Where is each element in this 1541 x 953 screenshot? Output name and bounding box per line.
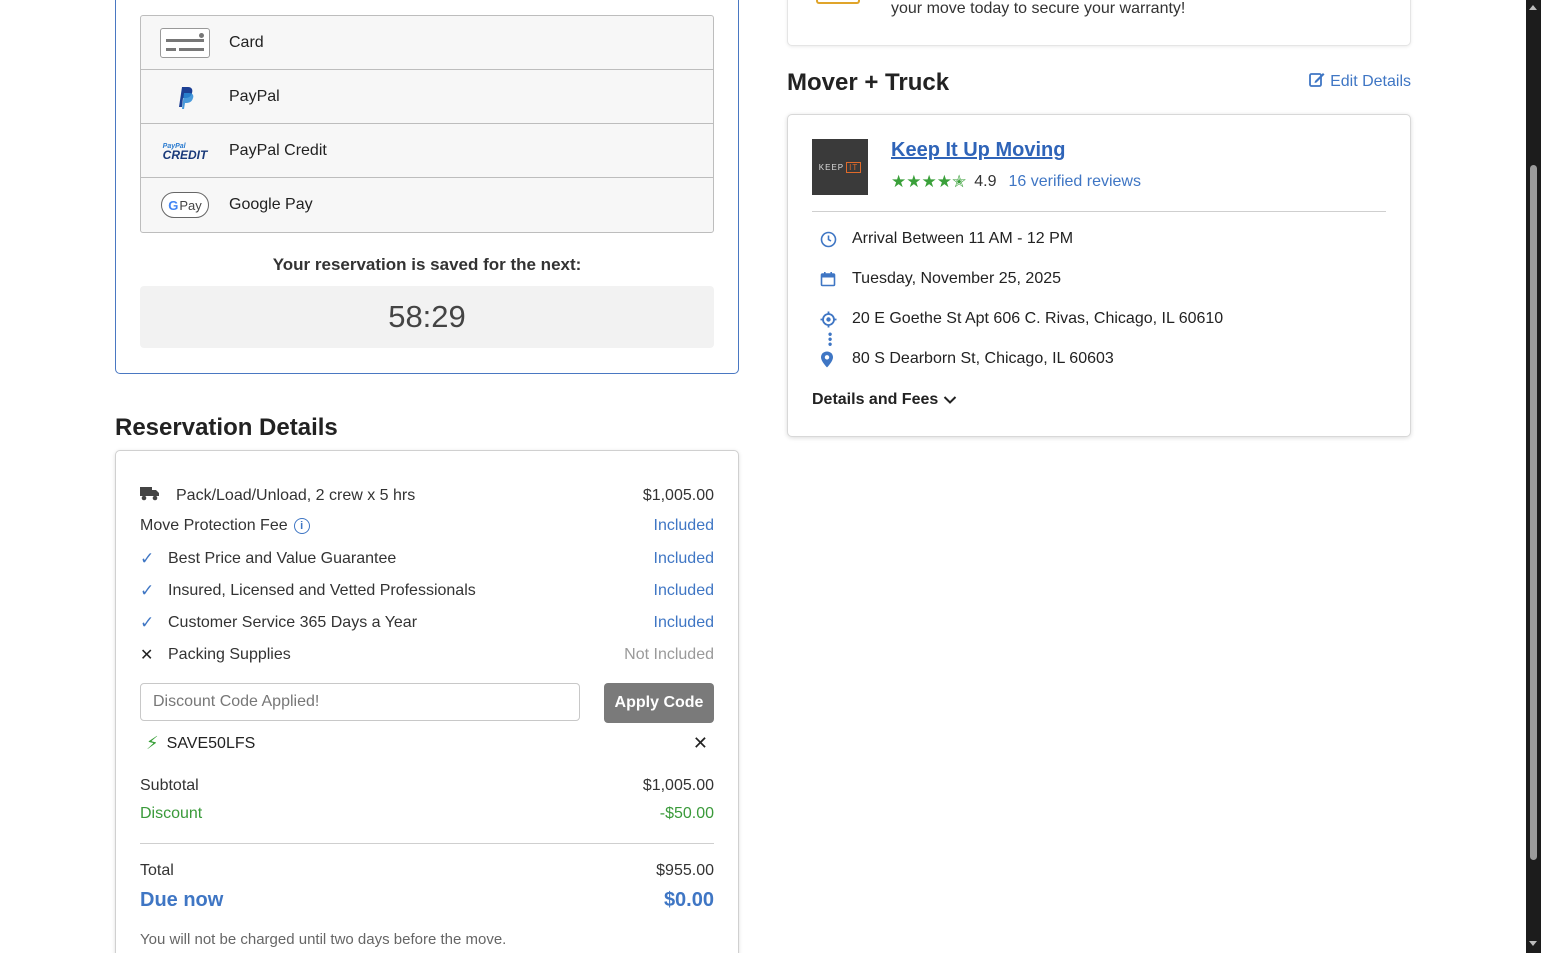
origin-address: 20 E Goethe St Apt 606 C. Rivas, Chicago… xyxy=(852,310,1224,327)
paypal-credit-icon: PayPal CREDIT xyxy=(162,142,208,162)
check-icon: ✓ xyxy=(140,613,155,632)
vertical-scrollbar[interactable] xyxy=(1526,0,1541,953)
mover-card: KEEP IT Keep It Up Moving ★★★★✭ 4.9 16 ve… xyxy=(787,114,1411,437)
date-row: Tuesday, November 25, 2025 xyxy=(820,270,1061,288)
arrival-text: Arrival Between 11 AM - 12 PM xyxy=(852,230,1074,247)
discount-code-input[interactable] xyxy=(140,683,580,721)
line-item-value: $1,005.00 xyxy=(642,486,714,504)
lightning-bolt-icon: ⚡ xyxy=(146,733,159,753)
payment-method-label: PayPal Credit xyxy=(229,141,327,159)
remove-code-icon[interactable]: ✕ xyxy=(693,733,708,754)
warranty-icon xyxy=(816,0,860,4)
payment-method-label: Google Pay xyxy=(229,196,313,213)
line-item-value: Included xyxy=(653,550,715,567)
charge-note: You will not be charged until two days b… xyxy=(140,931,507,948)
total-label: Total xyxy=(140,862,174,879)
info-icon[interactable]: i xyxy=(293,518,310,534)
google-pay-icon: G Pay xyxy=(161,192,209,218)
divider xyxy=(812,211,1386,212)
subtotal-value: $1,005.00 xyxy=(642,777,714,794)
mover-name-link[interactable]: Keep It Up Moving xyxy=(891,139,1065,162)
line-item-protection-fee: Move Protection Fee i Included xyxy=(140,517,714,535)
check-icon: ✓ xyxy=(140,581,155,600)
destination-address: 80 S Dearborn St, Chicago, IL 60603 xyxy=(852,350,1114,367)
discount-row: Discount -$50.00 xyxy=(140,805,714,823)
warranty-text: your move today to secure your warranty! xyxy=(891,0,1186,17)
edit-icon xyxy=(1309,71,1325,92)
total-row: Total $955.00 xyxy=(140,862,714,880)
payment-method-card[interactable]: Card xyxy=(141,16,713,70)
discount-label: Discount xyxy=(140,805,203,822)
paypal-icon xyxy=(179,86,194,109)
applied-code: SAVE50LFS xyxy=(166,734,256,752)
details-and-fees-toggle[interactable]: Details and Fees xyxy=(812,391,957,409)
countdown-timer: 58:29 xyxy=(140,286,714,348)
discount-value: -$50.00 xyxy=(659,805,714,822)
edit-details-label: Edit Details xyxy=(1330,72,1411,90)
warranty-card: your move today to secure your warranty! xyxy=(787,0,1411,46)
total-value: $955.00 xyxy=(656,862,714,879)
line-item-value: Included xyxy=(653,582,715,599)
line-item-label: Insured, Licensed and Vetted Professiona… xyxy=(168,582,476,599)
clock-icon xyxy=(820,231,852,248)
edit-details-link[interactable]: Edit Details xyxy=(1309,71,1411,92)
line-item-label: Best Price and Value Guarantee xyxy=(168,550,397,567)
subtotal-label: Subtotal xyxy=(140,777,199,794)
crosshair-icon xyxy=(820,311,852,328)
payment-methods-card: Card PayPal PayPal CREDIT PayPal Credit xyxy=(115,0,739,374)
origin-row: 20 E Goethe St Apt 606 C. Rivas, Chicago… xyxy=(820,310,1223,328)
x-mark-icon: ✕ xyxy=(140,647,154,664)
payment-method-list: Card PayPal PayPal CREDIT PayPal Credit xyxy=(140,15,714,233)
line-item-value: Included xyxy=(653,614,715,631)
line-item-insured: ✓ Insured, Licensed and Vetted Professio… xyxy=(140,581,714,601)
apply-code-button[interactable]: Apply Code xyxy=(604,683,714,723)
rating-value: 4.9 xyxy=(974,173,997,190)
truck-icon xyxy=(140,485,176,506)
map-pin-icon xyxy=(820,351,852,368)
due-now-value: $0.00 xyxy=(663,889,714,911)
route-dots: • • • xyxy=(828,327,833,351)
payment-method-label: PayPal xyxy=(229,87,280,105)
applied-code-row: ⚡ SAVE50LFS ✕ xyxy=(146,733,708,754)
line-item-guarantee: ✓ Best Price and Value Guarantee Include… xyxy=(140,549,714,569)
reservation-details-heading: Reservation Details xyxy=(115,414,338,441)
mover-logo: KEEP IT xyxy=(812,139,868,195)
line-item-packing-supplies: ✕ Packing Supplies Not Included xyxy=(140,645,714,665)
scrollbar-thumb[interactable] xyxy=(1530,165,1537,860)
line-item-value: Included xyxy=(653,517,715,534)
reservation-saved-label: Your reservation is saved for the next: xyxy=(272,255,582,274)
payment-method-google-pay[interactable]: G Pay Google Pay xyxy=(141,178,713,232)
details-and-fees-label: Details and Fees xyxy=(812,391,939,408)
payment-method-paypal-credit[interactable]: PayPal CREDIT PayPal Credit xyxy=(141,124,713,178)
payment-method-paypal[interactable]: PayPal xyxy=(141,70,713,124)
line-item-label: Packing Supplies xyxy=(168,646,291,663)
mover-truck-heading: Mover + Truck xyxy=(787,69,950,96)
reservation-details-card: Pack/Load/Unload, 2 crew x 5 hrs $1,005.… xyxy=(115,450,739,953)
due-now-row: Due now $0.00 xyxy=(140,889,714,912)
date-text: Tuesday, November 25, 2025 xyxy=(852,270,1062,287)
subtotal-row: Subtotal $1,005.00 xyxy=(140,777,714,795)
reviews-link[interactable]: 16 verified reviews xyxy=(1008,173,1141,191)
line-item-customer-service: ✓ Customer Service 365 Days a Year Inclu… xyxy=(140,613,714,633)
scroll-up-arrow-icon[interactable] xyxy=(1529,5,1537,10)
scroll-down-arrow-icon[interactable] xyxy=(1529,941,1537,946)
payment-method-label: Card xyxy=(229,33,264,51)
due-now-label: Due now xyxy=(140,889,224,911)
line-item-label: Pack/Load/Unload, 2 crew x 5 hrs xyxy=(176,486,416,504)
credit-card-icon xyxy=(160,27,210,58)
line-item-label: Move Protection Fee xyxy=(140,517,288,534)
calendar-icon xyxy=(820,271,852,287)
rating-row: ★★★★✭ 4.9 16 verified reviews xyxy=(891,172,1141,192)
arrival-row: Arrival Between 11 AM - 12 PM xyxy=(820,230,1073,248)
star-rating-icon: ★★★★✭ xyxy=(891,172,967,191)
line-item-value: Not Included xyxy=(624,646,714,663)
chevron-down-icon xyxy=(943,395,957,405)
line-item-label: Customer Service 365 Days a Year xyxy=(168,614,418,631)
divider xyxy=(140,843,714,844)
check-icon: ✓ xyxy=(140,549,155,568)
line-item-service: Pack/Load/Unload, 2 crew x 5 hrs $1,005.… xyxy=(140,485,714,506)
destination-row: 80 S Dearborn St, Chicago, IL 60603 xyxy=(820,350,1114,368)
